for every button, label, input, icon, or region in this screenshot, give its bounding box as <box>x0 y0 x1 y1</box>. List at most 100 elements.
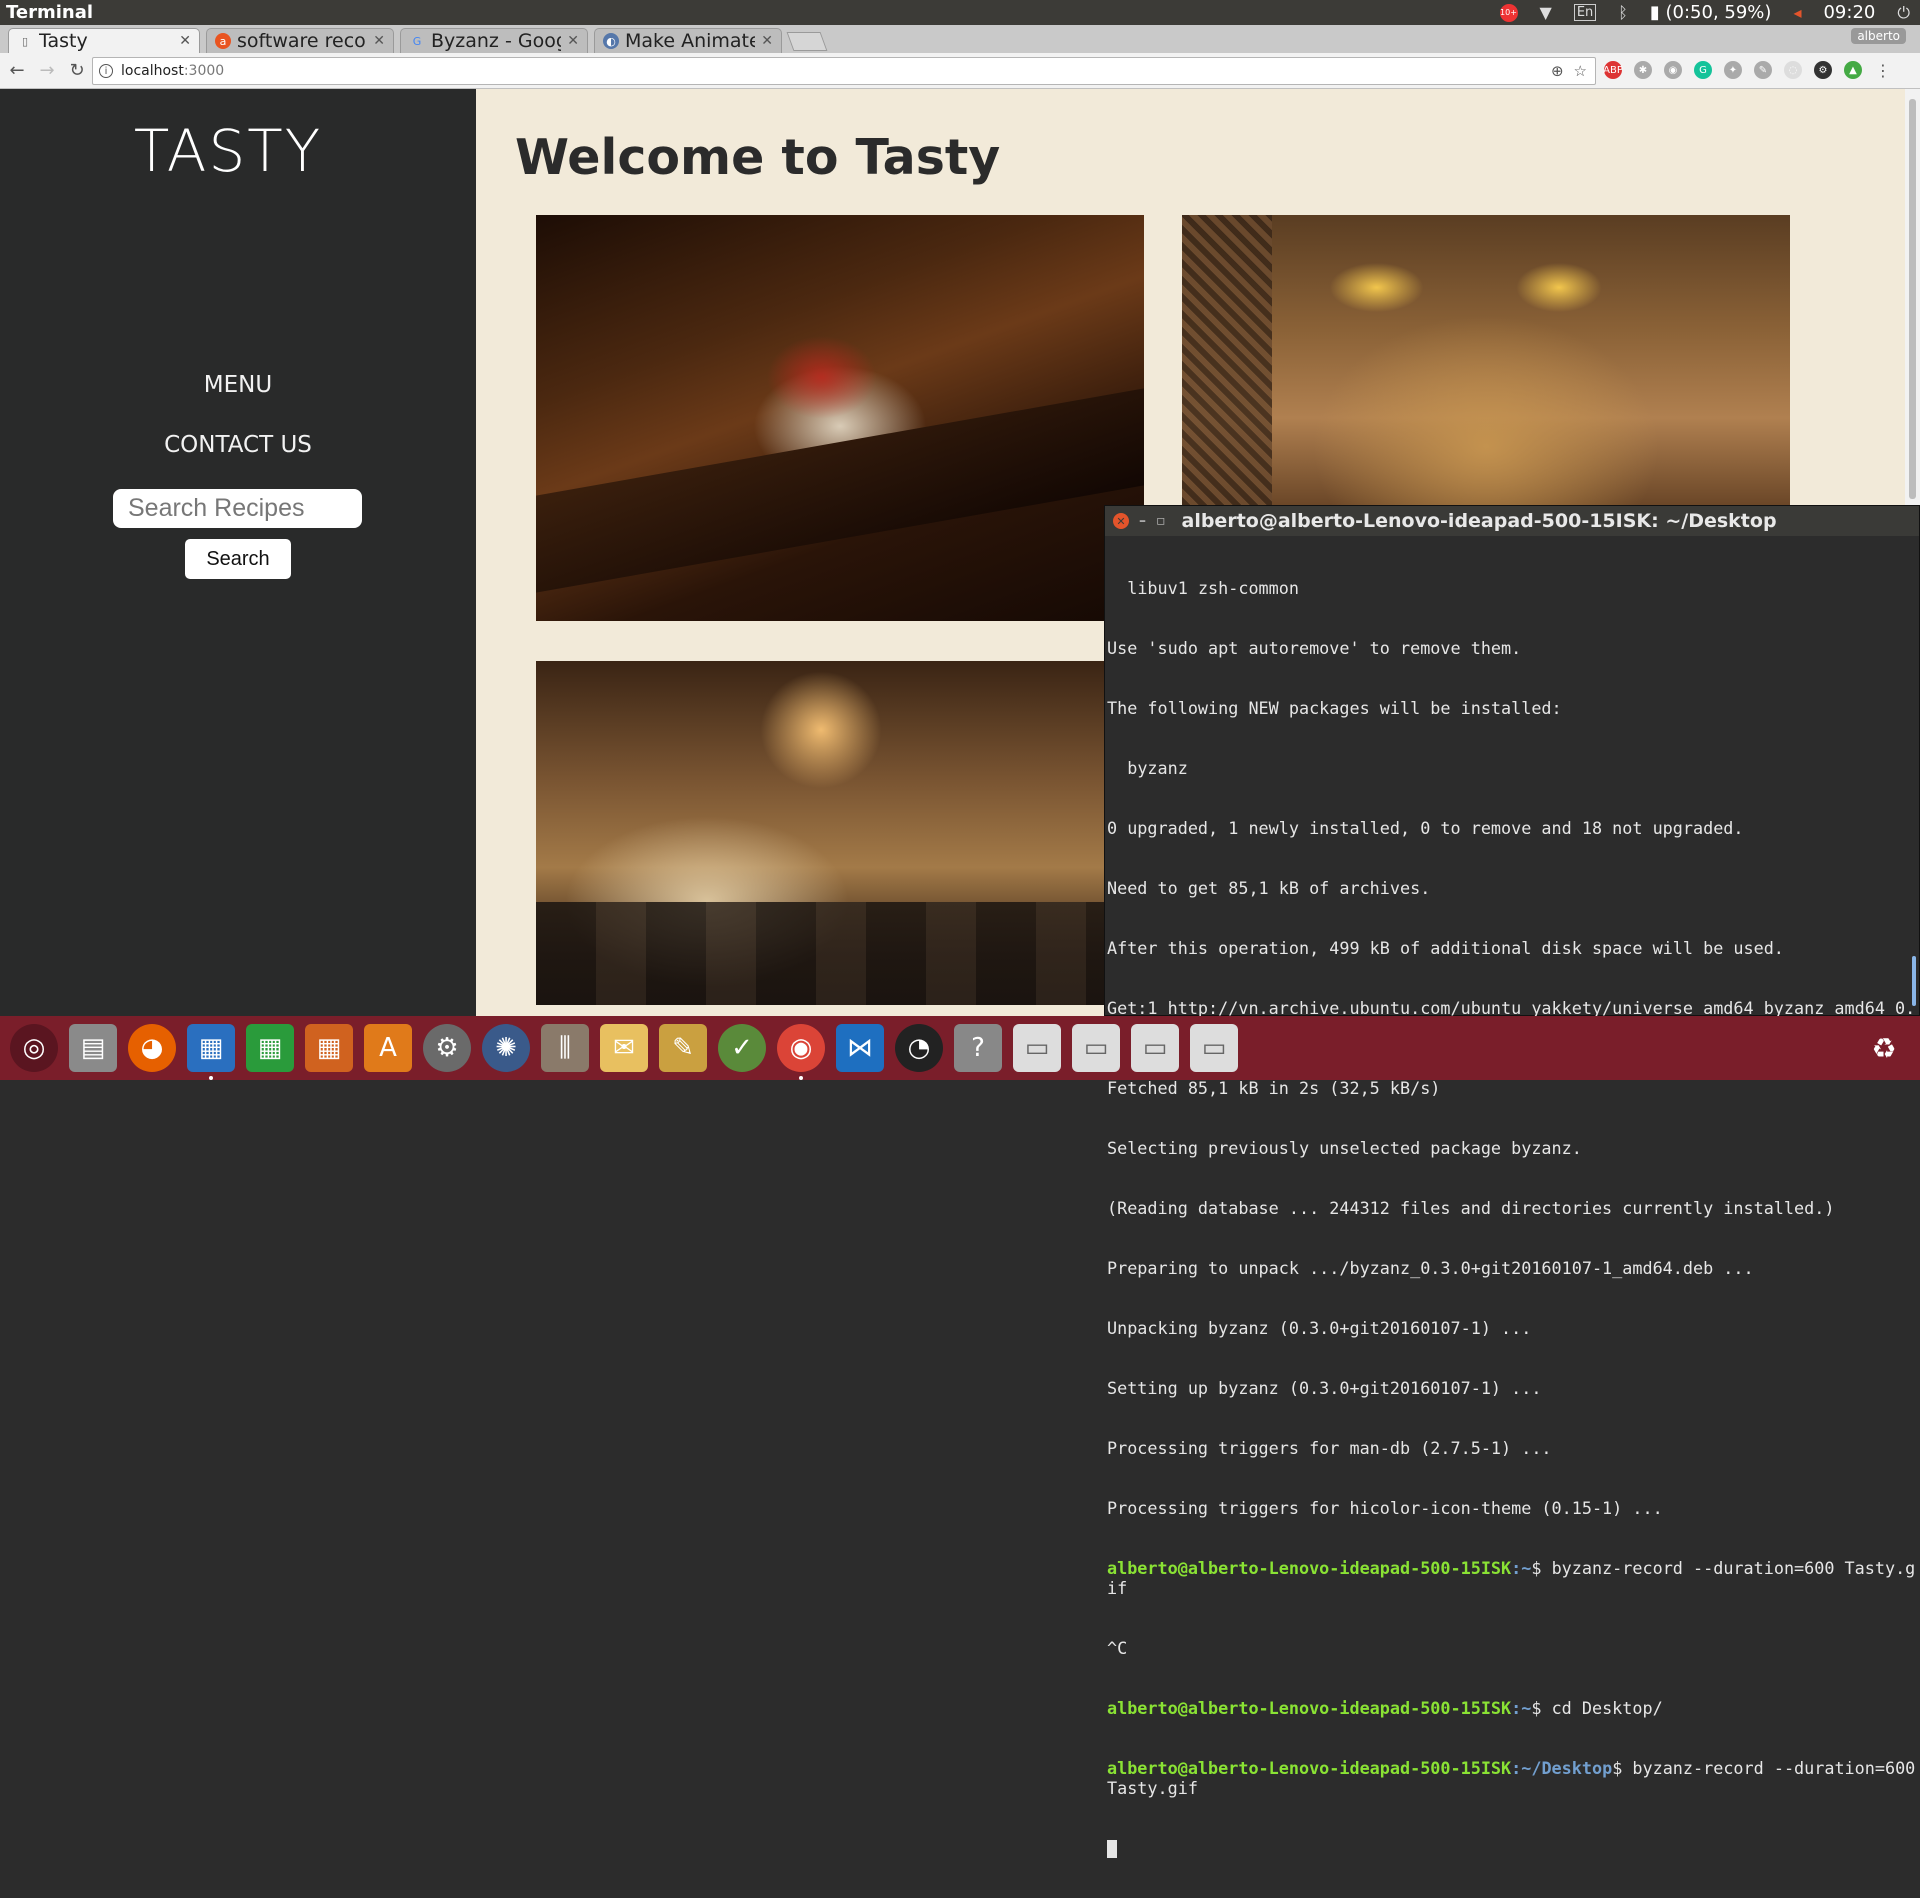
terminal-line: Unpacking byzanz (0.3.0+git20160107-1) .… <box>1107 1318 1917 1338</box>
tab-make-animated[interactable]: ◐ Make Animate ✕ <box>594 28 782 53</box>
maximize-icon[interactable]: ▫ <box>1156 513 1166 529</box>
browser-toolbar: ← → ↻ i localhost:3000 ⊕ ☆ ABP ✱ ◉ G ✦ ✎… <box>0 53 1920 89</box>
impress-icon[interactable]: ▦ <box>305 1024 353 1072</box>
trash-icon[interactable]: ♻ <box>1860 1024 1908 1072</box>
battery-text: (0:50, 59%) <box>1666 2 1772 23</box>
close-icon[interactable]: ✕ <box>1113 513 1129 529</box>
terminal-window[interactable]: ✕ – ▫ alberto@alberto-Lenovo-ideapad-500… <box>1104 505 1920 1016</box>
extension-icon[interactable]: ✱ <box>1634 61 1652 79</box>
terminal-output[interactable]: libuv1 zsh-common Use 'sudo apt autoremo… <box>1105 536 1917 1898</box>
terminal-line: The following NEW packages will be insta… <box>1107 698 1917 718</box>
terminal-prompt: alberto@alberto-Lenovo-ideapad-500-15ISK… <box>1107 1558 1917 1598</box>
extension-icon[interactable]: ◉ <box>1664 61 1682 79</box>
volume-icon[interactable]: ◂ <box>1793 3 1801 22</box>
drive-icon[interactable]: ▭ <box>1131 1024 1179 1072</box>
power-icon[interactable]: ⏻ <box>1897 3 1910 23</box>
tab-byzanz-google[interactable]: G Byzanz - Goog ✕ <box>400 28 588 53</box>
dot-indicator <box>209 1076 213 1080</box>
help-icon[interactable]: ? <box>954 1024 1002 1072</box>
profile-button[interactable]: alberto <box>1851 28 1906 44</box>
back-icon[interactable]: ← <box>4 60 30 81</box>
vscode-icon[interactable]: ⋈ <box>836 1024 884 1072</box>
close-icon[interactable]: ✕ <box>373 33 385 49</box>
eyedropper-icon[interactable]: ✎ <box>1754 61 1772 79</box>
software-center-icon[interactable]: A <box>364 1024 412 1072</box>
prompt-command: $ cd Desktop/ <box>1531 1698 1662 1718</box>
close-icon[interactable]: ✕ <box>761 33 773 49</box>
mail-icon[interactable]: ✉ <box>600 1024 648 1072</box>
terminal-line: ^C <box>1107 1638 1917 1658</box>
drive-icon[interactable]: ▭ <box>1072 1024 1120 1072</box>
files-icon[interactable]: ▤ <box>69 1024 117 1072</box>
bluetooth-icon[interactable]: ᛒ <box>1618 3 1628 22</box>
terminal-line: libuv1 zsh-common <box>1107 578 1917 598</box>
launcher-bar: ◎ ▤ ◕ ▦ ▦ ▦ A ⚙ ✺ ⫼ ✉ ✎ ✓ ◉ ⋈ ◔ ? ▭ ▭ ▭ … <box>0 1016 1920 1080</box>
scrollbar-thumb[interactable] <box>1909 99 1916 499</box>
writer-icon[interactable]: ▦ <box>187 1024 235 1072</box>
forward-icon[interactable]: → <box>34 60 60 81</box>
nav-contact-link[interactable]: CONTACT US <box>0 432 476 458</box>
close-icon[interactable]: ✕ <box>567 33 579 49</box>
extension-icon[interactable]: ✦ <box>1724 61 1742 79</box>
battery-icon: ▮ <box>1650 2 1660 23</box>
terminal-titlebar[interactable]: ✕ – ▫ alberto@alberto-Lenovo-ideapad-500… <box>1105 506 1919 536</box>
gear-icon[interactable]: ⚙ <box>1814 61 1832 79</box>
terminal-title: alberto@alberto-Lenovo-ideapad-500-15ISK… <box>1182 510 1777 532</box>
mixer-icon[interactable]: ⫼ <box>541 1024 589 1072</box>
prompt-user: alberto@alberto-Lenovo-ideapad-500-15ISK <box>1107 1698 1511 1718</box>
grammarly-icon[interactable]: G <box>1694 61 1712 79</box>
notification-badge[interactable]: 10+ <box>1500 4 1518 22</box>
wifi-icon[interactable]: ▼ <box>1540 3 1552 22</box>
shutter-icon[interactable]: ✺ <box>482 1024 530 1072</box>
settings-icon[interactable]: ⚙ <box>423 1024 471 1072</box>
restaurant-photo <box>536 215 1144 621</box>
search-button[interactable]: Search <box>185 539 291 579</box>
tab-tasty[interactable]: ▯ Tasty ✕ <box>8 28 200 53</box>
drive-icon[interactable]: ▭ <box>1190 1024 1238 1072</box>
prompt-path: :~ <box>1511 1558 1531 1578</box>
battery-indicator[interactable]: ▮ (0:50, 59%) <box>1650 2 1772 23</box>
adblock-icon[interactable]: ABP <box>1604 61 1622 79</box>
chrome-icon[interactable]: ◉ <box>777 1024 825 1072</box>
top-panel: Terminal 10+ ▼ En ᛒ ▮ (0:50, 59%) ◂ 09:2… <box>0 0 1920 25</box>
photo-detail <box>1182 215 1272 505</box>
info-icon[interactable]: i <box>99 64 113 78</box>
clock-icon[interactable]: ✓ <box>718 1024 766 1072</box>
restaurant-photo <box>1182 215 1790 505</box>
extension-icon[interactable]: ◌ <box>1784 61 1802 79</box>
zoom-icon[interactable]: ⊕ <box>1551 62 1564 80</box>
reload-icon[interactable]: ↻ <box>64 60 90 81</box>
url-port: :3000 <box>184 63 224 79</box>
tab-label: software reco <box>237 30 367 52</box>
cleaner-icon[interactable]: ✎ <box>659 1024 707 1072</box>
minimize-icon[interactable]: – <box>1139 513 1146 529</box>
extension-icon[interactable]: ▲ <box>1844 61 1862 79</box>
close-icon[interactable]: ✕ <box>179 33 191 49</box>
address-bar[interactable]: i localhost:3000 ⊕ ☆ <box>92 57 1596 85</box>
nav-menu-link[interactable]: MENU <box>0 372 476 398</box>
url-host: localhost <box>121 63 184 79</box>
firefox-icon[interactable]: ◕ <box>128 1024 176 1072</box>
prompt-path: :~ <box>1511 1698 1531 1718</box>
ubuntu-icon[interactable]: ◎ <box>10 1024 58 1072</box>
active-window-title: Terminal <box>0 2 93 23</box>
time-icon[interactable]: ◔ <box>895 1024 943 1072</box>
sidebar: TASTY MENU CONTACT US Search <box>0 89 476 1016</box>
menu-icon[interactable]: ⋮ <box>1874 61 1892 79</box>
prompt-user: alberto@alberto-Lenovo-ideapad-500-15ISK <box>1107 1558 1511 1578</box>
bookmark-star-icon[interactable]: ☆ <box>1574 62 1587 80</box>
new-tab-button[interactable] <box>787 32 828 51</box>
photo-detail <box>536 389 1144 594</box>
terminal-cursor-line <box>1107 1838 1917 1858</box>
indicator-area: 10+ ▼ En ᛒ ▮ (0:50, 59%) ◂ 09:20 ⏻ <box>1500 2 1920 23</box>
calc-icon[interactable]: ▦ <box>246 1024 294 1072</box>
tab-software-reco[interactable]: a software reco ✕ <box>206 28 394 53</box>
keyboard-layout-indicator[interactable]: En <box>1574 4 1596 21</box>
search-input[interactable] <box>113 489 362 528</box>
clock[interactable]: 09:20 <box>1823 2 1875 23</box>
terminal-line: Setting up byzanz (0.3.0+git20160107-1) … <box>1107 1378 1917 1398</box>
terminal-line: Preparing to unpack .../byzanz_0.3.0+git… <box>1107 1258 1917 1278</box>
drive-icon[interactable]: ▭ <box>1013 1024 1061 1072</box>
terminal-scrollbar[interactable] <box>1912 956 1916 1006</box>
brand-logo[interactable]: TASTY <box>0 117 456 185</box>
